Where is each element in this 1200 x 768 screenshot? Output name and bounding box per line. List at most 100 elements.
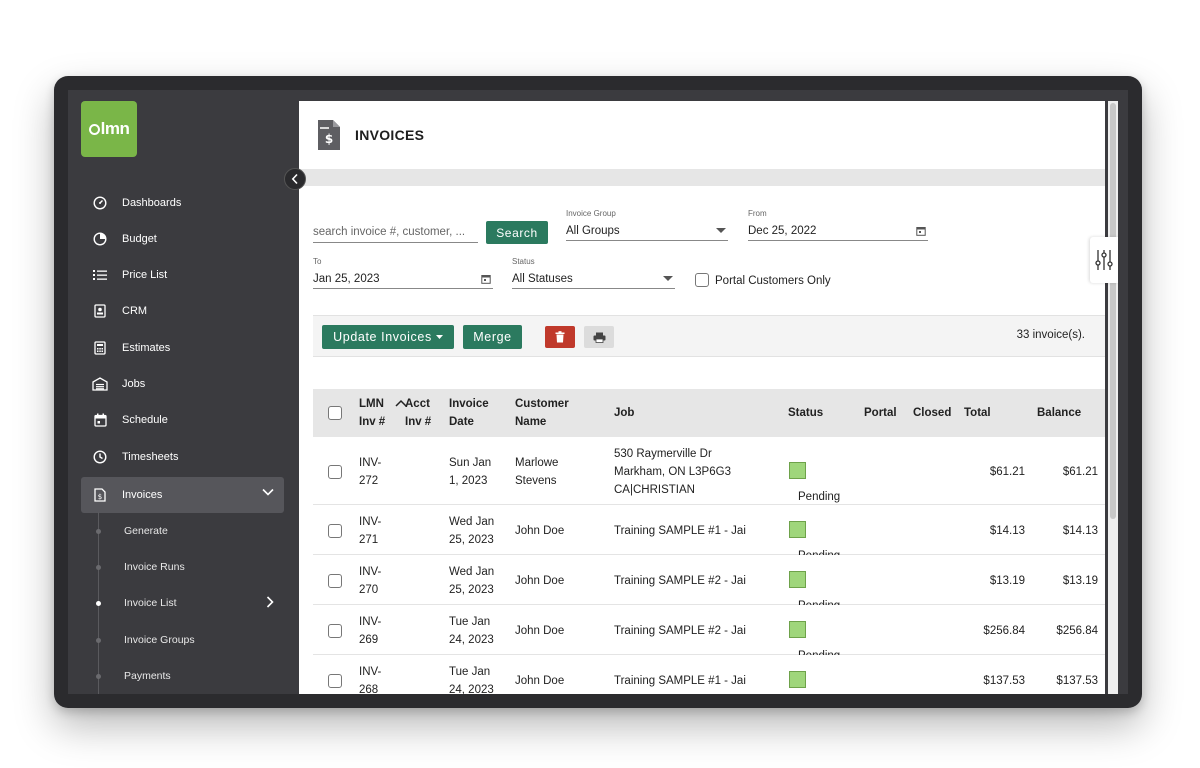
- portal-customers-checkbox[interactable]: [695, 273, 709, 287]
- row-checkbox[interactable]: [328, 624, 342, 638]
- logo-ring-icon: [88, 123, 100, 135]
- sidebar-item-label: Jobs: [122, 378, 146, 390]
- invoice-balance: $13.19: [1062, 575, 1098, 587]
- to-label: To: [313, 257, 322, 266]
- row-checkbox[interactable]: [328, 465, 342, 479]
- to-date-field[interactable]: Jan 25, 2023: [313, 269, 493, 289]
- vertical-scrollbar[interactable]: [1108, 101, 1118, 694]
- invoice-number[interactable]: INV- 270: [359, 563, 381, 599]
- app-screen: lmn Dashboards Budget Price List CRM Est…: [68, 90, 1128, 694]
- logo-text: lmn: [100, 119, 130, 138]
- sidebar-subitem-generate[interactable]: Generate: [124, 525, 168, 537]
- sidebar-subitem-invoice-runs[interactable]: Invoice Runs: [124, 561, 185, 573]
- printer-icon: [593, 332, 605, 343]
- print-button[interactable]: [584, 326, 614, 348]
- sidebar-item-price-list[interactable]: Price List: [81, 258, 284, 292]
- sidebar-subitem-invoice-list[interactable]: Invoice List: [124, 597, 177, 609]
- column-header-total[interactable]: Total: [964, 404, 991, 422]
- job-name[interactable]: Training SAMPLE #1 - Jai: [614, 672, 746, 690]
- sidebar-item-label: CRM: [122, 305, 148, 317]
- sidebar-item-dashboards[interactable]: Dashboards: [81, 186, 284, 220]
- table-row[interactable]: INV- 271 Wed Jan 25, 2023 John Doe Trainin…: [313, 505, 1105, 562]
- job-name[interactable]: Training SAMPLE #2 - Jai: [614, 622, 746, 640]
- page-title: INVOICES: [355, 127, 425, 143]
- row-checkbox[interactable]: [328, 674, 342, 688]
- calendar-icon[interactable]: [481, 274, 491, 284]
- job-name[interactable]: 530 Raymerville Dr Markham, ON L3P6G3 CA|C…: [614, 445, 731, 499]
- invoice-balance: $61.21: [1062, 466, 1098, 478]
- row-checkbox[interactable]: [328, 524, 342, 538]
- sidebar-item-schedule[interactable]: Schedule: [81, 403, 284, 437]
- column-header-acct-inv[interactable]: Acct Inv #: [405, 395, 431, 431]
- scrollbar-thumb[interactable]: [1110, 103, 1116, 519]
- caret-down-icon: [435, 334, 443, 339]
- status-indicator: [789, 521, 806, 538]
- delete-button[interactable]: [545, 326, 575, 348]
- column-header-customer-name[interactable]: Customer Name: [515, 395, 569, 431]
- table-row[interactable]: INV- 268 Tue Jan 24, 2023 John Doe Trainin…: [313, 655, 1105, 694]
- job-name[interactable]: Training SAMPLE #1 - Jai: [614, 522, 746, 540]
- table-row[interactable]: INV- 269 Tue Jan 24, 2023 John Doe Trainin…: [313, 605, 1105, 662]
- calendar-icon[interactable]: [916, 226, 926, 236]
- search-button[interactable]: Search: [486, 221, 548, 244]
- column-header-status[interactable]: Status: [788, 404, 823, 422]
- contact-card-icon: [91, 302, 109, 320]
- customer-name[interactable]: John Doe: [515, 622, 564, 640]
- collapse-sidebar-button[interactable]: [284, 168, 306, 190]
- status-select[interactable]: All Statuses: [512, 269, 675, 289]
- invoice-date: Sun Jan 1, 2023: [449, 457, 492, 487]
- status-text: Pending: [798, 491, 841, 503]
- job-name[interactable]: Training SAMPLE #2 - Jai: [614, 572, 746, 590]
- from-date-field[interactable]: Dec 25, 2022: [748, 221, 928, 241]
- invoice-date: Tue Jan 24, 2023: [449, 616, 494, 646]
- sidebar-subitem-invoice-groups[interactable]: Invoice Groups: [124, 634, 195, 646]
- column-header-closed[interactable]: Closed: [913, 404, 951, 422]
- update-invoices-button[interactable]: Update Invoices: [322, 325, 454, 349]
- column-header-job[interactable]: Job: [614, 404, 634, 422]
- update-invoices-label: Update Invoices: [333, 330, 432, 344]
- sidebar-item-budget[interactable]: Budget: [81, 222, 284, 256]
- invoice-group-value: All Groups: [566, 224, 620, 237]
- invoice-number[interactable]: INV- 268: [359, 663, 381, 694]
- sidebar-item-invoices[interactable]: $ Invoices: [81, 477, 284, 513]
- sidebar-item-jobs[interactable]: Jobs: [81, 367, 284, 401]
- filter-settings-tab[interactable]: [1090, 237, 1118, 283]
- customer-name[interactable]: John Doe: [515, 522, 564, 540]
- sidebar-item-crm[interactable]: CRM: [81, 294, 284, 328]
- column-header-balance[interactable]: Balance: [1037, 404, 1081, 422]
- to-date-value: Jan 25, 2023: [313, 272, 380, 285]
- invoice-toolbar: Update Invoices Merge 33 invoice(s).: [313, 315, 1105, 357]
- select-all-checkbox[interactable]: [328, 406, 342, 420]
- caret-down-icon: [663, 276, 673, 281]
- pie-chart-icon: [91, 230, 109, 248]
- lmn-logo[interactable]: lmn: [81, 101, 137, 157]
- sidebar-item-label: Schedule: [122, 414, 168, 426]
- invoice-group-select[interactable]: All Groups: [566, 221, 728, 241]
- invoice-number[interactable]: INV- 272: [359, 454, 381, 490]
- sidebar-item-timesheets[interactable]: Timesheets: [81, 440, 284, 474]
- column-header-invoice-date[interactable]: Invoice Date: [449, 395, 489, 431]
- svg-text:$: $: [325, 132, 333, 146]
- invoice-icon: $: [91, 486, 109, 504]
- customer-name[interactable]: John Doe: [515, 672, 564, 690]
- invoice-count: 33 invoice(s).: [1016, 329, 1085, 341]
- search-input[interactable]: [313, 221, 478, 243]
- chevron-left-icon: [291, 173, 298, 185]
- invoice-number[interactable]: INV- 271: [359, 513, 381, 549]
- invoice-date: Tue Jan 24, 2023: [449, 666, 494, 694]
- row-checkbox[interactable]: [328, 574, 342, 588]
- submenu-dot: [96, 529, 101, 534]
- table-row[interactable]: INV- 270 Wed Jan 25, 2023 John Doe Trainin…: [313, 555, 1105, 612]
- column-header-portal[interactable]: Portal: [864, 404, 897, 422]
- invoice-total: $14.13: [989, 525, 1025, 537]
- sidebar-item-estimates[interactable]: Estimates: [81, 331, 284, 365]
- table-row[interactable]: INV- 272 Sun Jan 1, 2023 Marlowe Stevens 53…: [313, 437, 1105, 505]
- invoice-date: Wed Jan 25, 2023: [449, 516, 495, 546]
- customer-name[interactable]: Marlowe Stevens: [515, 454, 558, 490]
- invoice-number[interactable]: INV- 269: [359, 613, 381, 649]
- main-content: $ INVOICES Search Invoice Group All Grou…: [299, 101, 1105, 694]
- sidebar-subitem-payments[interactable]: Payments: [124, 670, 171, 682]
- merge-button[interactable]: Merge: [463, 325, 522, 349]
- column-header-lmn-inv[interactable]: LMN Inv #: [359, 395, 385, 431]
- customer-name[interactable]: John Doe: [515, 572, 564, 590]
